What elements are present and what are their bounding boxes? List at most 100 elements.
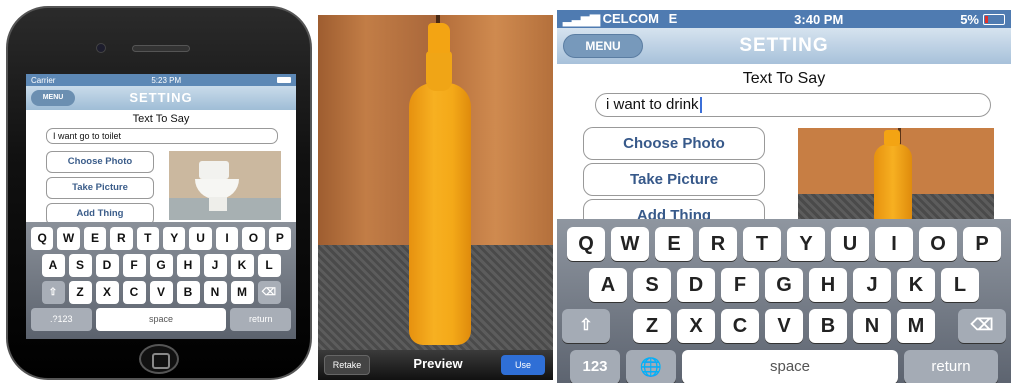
shift-key[interactable]: ⇧ (562, 309, 610, 343)
key-u[interactable]: U (831, 227, 869, 261)
keyboard-row-3-letters: ZXCVBNM (67, 281, 256, 304)
key-w[interactable]: W (57, 227, 80, 250)
key-h[interactable]: H (176, 254, 200, 277)
key-q[interactable]: Q (30, 227, 54, 250)
key-b[interactable]: B (176, 281, 200, 304)
selected-photo-thumbnail[interactable] (169, 151, 281, 220)
keyboard-row-2: ASDFGHJKL (29, 254, 293, 277)
key-m[interactable]: M (230, 281, 254, 304)
carrier-label: CELCOM (602, 11, 659, 26)
key-u[interactable]: U (189, 227, 212, 250)
key-m[interactable]: M (897, 309, 935, 343)
key-l[interactable]: L (257, 254, 281, 277)
status-time: 5:23 PM (151, 75, 182, 85)
text-to-say-label: Text To Say (132, 113, 190, 125)
key-a[interactable]: A (41, 254, 65, 277)
key-l[interactable]: L (941, 268, 979, 302)
key-o[interactable]: O (919, 227, 957, 261)
key-k[interactable]: K (897, 268, 935, 302)
menu-button[interactable]: MENU (563, 34, 643, 58)
key-x[interactable]: X (677, 309, 715, 343)
text-to-say-value: i want to drink (606, 96, 699, 113)
key-n[interactable]: N (203, 281, 227, 304)
home-button[interactable] (139, 344, 179, 374)
keyboard-row-2: ASDFGHJKL (559, 268, 1009, 302)
key-d[interactable]: D (95, 254, 119, 277)
key-v[interactable]: V (765, 309, 803, 343)
key-b[interactable]: B (809, 309, 847, 343)
key-f[interactable]: F (721, 268, 759, 302)
key-z[interactable]: Z (68, 281, 92, 304)
delete-key[interactable]: ⌫ (958, 309, 1006, 343)
keyboard-row-3-letters: ZXCVBNM (630, 309, 938, 343)
app-screen-large: ▂▃▅▆ CELCOM E 3:40 PM 5% MENU SETTING Te… (557, 10, 1011, 383)
phone-mockup: Carrier 5:23 PM MENU SETTING Text To Say… (6, 6, 312, 380)
key-p[interactable]: P (963, 227, 1001, 261)
key-s[interactable]: S (68, 254, 92, 277)
text-to-say-input[interactable]: I want go to toilet (46, 128, 278, 144)
menu-button[interactable]: MENU (31, 90, 75, 106)
space-key[interactable]: space (682, 350, 898, 383)
key-y[interactable]: Y (163, 227, 186, 250)
toilet-tank (199, 161, 229, 179)
globe-icon[interactable]: 🌐 (626, 350, 676, 383)
key-i[interactable]: I (215, 227, 239, 250)
key-z[interactable]: Z (633, 309, 671, 343)
key-t[interactable]: T (743, 227, 781, 261)
key-a[interactable]: A (589, 268, 627, 302)
return-key[interactable]: return (230, 308, 292, 331)
key-p[interactable]: P (268, 227, 292, 250)
key-v[interactable]: V (149, 281, 173, 304)
battery-icon (277, 77, 291, 83)
key-s[interactable]: S (633, 268, 671, 302)
key-k[interactable]: K (230, 254, 254, 277)
page-title: SETTING (739, 35, 829, 56)
keyboard-row-1: QWERTYUIOP (559, 227, 1009, 261)
numbers-key[interactable]: .?123 (31, 308, 92, 331)
choose-photo-button[interactable]: Choose Photo (46, 151, 154, 173)
key-c[interactable]: C (721, 309, 759, 343)
key-e[interactable]: E (655, 227, 693, 261)
return-key[interactable]: return (904, 350, 998, 383)
key-t[interactable]: T (136, 227, 159, 250)
front-camera (96, 43, 106, 53)
key-r[interactable]: R (110, 227, 133, 250)
status-bar-large: ▂▃▅▆ CELCOM E 3:40 PM 5% (557, 10, 1011, 28)
text-caret (699, 97, 702, 114)
camera-preview-screen: Retake Preview Use (318, 15, 553, 380)
take-picture-button[interactable]: Take Picture (583, 163, 765, 196)
key-j[interactable]: J (853, 268, 891, 302)
key-c[interactable]: C (122, 281, 146, 304)
key-r[interactable]: R (699, 227, 737, 261)
numbers-key[interactable]: 123 (570, 350, 620, 383)
key-f[interactable]: F (122, 254, 146, 277)
key-o[interactable]: O (242, 227, 265, 250)
app-screen-small: Carrier 5:23 PM MENU SETTING Text To Say… (26, 74, 296, 339)
carrier-info: ▂▃▅▆ CELCOM E (563, 11, 677, 27)
key-j[interactable]: J (203, 254, 227, 277)
earpiece-speaker (132, 45, 190, 52)
key-x[interactable]: X (95, 281, 119, 304)
battery-info: 5% (960, 12, 1005, 27)
shift-key[interactable]: ⇧ (41, 281, 65, 304)
battery-percent: 5% (960, 11, 979, 27)
key-e[interactable]: E (83, 227, 107, 250)
key-d[interactable]: D (677, 268, 715, 302)
choose-photo-button[interactable]: Choose Photo (583, 127, 765, 160)
key-w[interactable]: W (611, 227, 649, 261)
key-g[interactable]: G (765, 268, 803, 302)
selected-photo-thumbnail[interactable] (798, 128, 994, 222)
text-to-say-input[interactable]: i want to drink (595, 93, 991, 117)
status-bar: Carrier 5:23 PM (26, 74, 296, 86)
retake-button[interactable]: Retake (324, 355, 370, 375)
key-q[interactable]: Q (567, 227, 605, 261)
key-g[interactable]: G (149, 254, 173, 277)
key-h[interactable]: H (809, 268, 847, 302)
delete-key[interactable]: ⌫ (257, 281, 281, 304)
use-button[interactable]: Use (501, 355, 545, 375)
take-picture-button[interactable]: Take Picture (46, 177, 154, 199)
space-key[interactable]: space (95, 308, 227, 331)
key-i[interactable]: I (875, 227, 913, 261)
key-n[interactable]: N (853, 309, 891, 343)
key-y[interactable]: Y (787, 227, 825, 261)
